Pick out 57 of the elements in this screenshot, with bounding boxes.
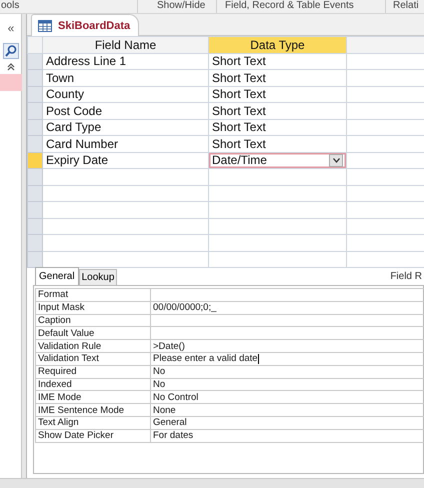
data-type-cell[interactable]: Short Text bbox=[208, 86, 346, 102]
double-chevron-up-icon[interactable] bbox=[7, 63, 15, 71]
search-icon[interactable] bbox=[3, 43, 19, 59]
row-selector[interactable] bbox=[28, 119, 42, 136]
property-name: IME Sentence Mode bbox=[36, 404, 150, 416]
field-name-cell[interactable]: Town bbox=[42, 70, 208, 86]
section-label: Field R bbox=[390, 271, 422, 282]
data-type-dropdown[interactable]: Date/Time bbox=[208, 152, 346, 168]
property-value[interactable]: For dates bbox=[150, 429, 424, 442]
property-name: Required bbox=[36, 365, 150, 378]
property-name: Indexed bbox=[36, 378, 150, 391]
property-value[interactable]: No bbox=[150, 365, 424, 378]
row-selector[interactable] bbox=[28, 152, 42, 168]
corner-cell[interactable] bbox=[28, 36, 42, 53]
collapse-button[interactable]: « bbox=[8, 22, 14, 34]
property-value[interactable]: Please enter a valid date bbox=[150, 352, 424, 366]
property-name: IME Mode bbox=[36, 390, 150, 404]
ribbon-group-label: ools bbox=[1, 0, 20, 12]
property-value[interactable]: No bbox=[150, 378, 424, 391]
property-name: Show Date Picker bbox=[36, 429, 150, 442]
property-name: Text Align bbox=[36, 416, 150, 430]
property-tab[interactable]: General bbox=[35, 267, 79, 285]
property-name: Input Mask bbox=[36, 301, 150, 314]
property-name: Validation Rule bbox=[36, 340, 150, 352]
field-name-cell[interactable]: Expiry Date bbox=[42, 152, 208, 168]
data-type-cell[interactable]: Short Text bbox=[208, 53, 346, 70]
data-type-cell[interactable]: Short Text bbox=[208, 70, 346, 86]
property-name: Caption bbox=[36, 314, 150, 327]
row-selector[interactable] bbox=[28, 86, 42, 102]
property-value[interactable]: None bbox=[150, 404, 424, 416]
field-name-cell[interactable]: Card Type bbox=[42, 119, 208, 136]
ribbon-group-label: Relati bbox=[393, 0, 419, 12]
field-name-cell[interactable]: Post Code bbox=[42, 102, 208, 119]
property-value[interactable]: 00/00/0000;0;_ bbox=[150, 301, 424, 314]
property-name: Default Value bbox=[36, 326, 150, 340]
column-header[interactable]: Field Name bbox=[42, 36, 208, 53]
data-type-cell[interactable]: Short Text bbox=[208, 119, 346, 136]
ribbon-group-label: Field, Record & Table Events bbox=[225, 0, 354, 12]
property-value[interactable]: General bbox=[150, 416, 424, 430]
field-name-cell[interactable]: Card Number bbox=[42, 136, 208, 152]
row-selector[interactable] bbox=[28, 53, 42, 70]
data-type-cell[interactable]: Short Text bbox=[208, 102, 346, 119]
property-name: Validation Text bbox=[36, 352, 150, 366]
document-tab[interactable]: SkiBoardData bbox=[31, 14, 140, 36]
row-selector[interactable] bbox=[28, 136, 42, 152]
property-value[interactable]: No Control bbox=[150, 390, 424, 404]
ribbon-group-label: Show/Hide bbox=[157, 0, 206, 12]
field-name-cell[interactable]: Address Line 1 bbox=[42, 53, 208, 70]
property-value[interactable]: >Date() bbox=[150, 340, 424, 352]
data-type-cell[interactable]: Short Text bbox=[208, 136, 346, 152]
field-name-cell[interactable]: County bbox=[42, 86, 208, 102]
property-name: Format bbox=[36, 288, 150, 302]
table-icon bbox=[38, 20, 52, 32]
column-header[interactable]: Data Type bbox=[208, 36, 346, 53]
property-tab[interactable]: Lookup bbox=[78, 269, 118, 285]
row-selector[interactable] bbox=[28, 102, 42, 119]
row-selector[interactable] bbox=[28, 70, 42, 86]
